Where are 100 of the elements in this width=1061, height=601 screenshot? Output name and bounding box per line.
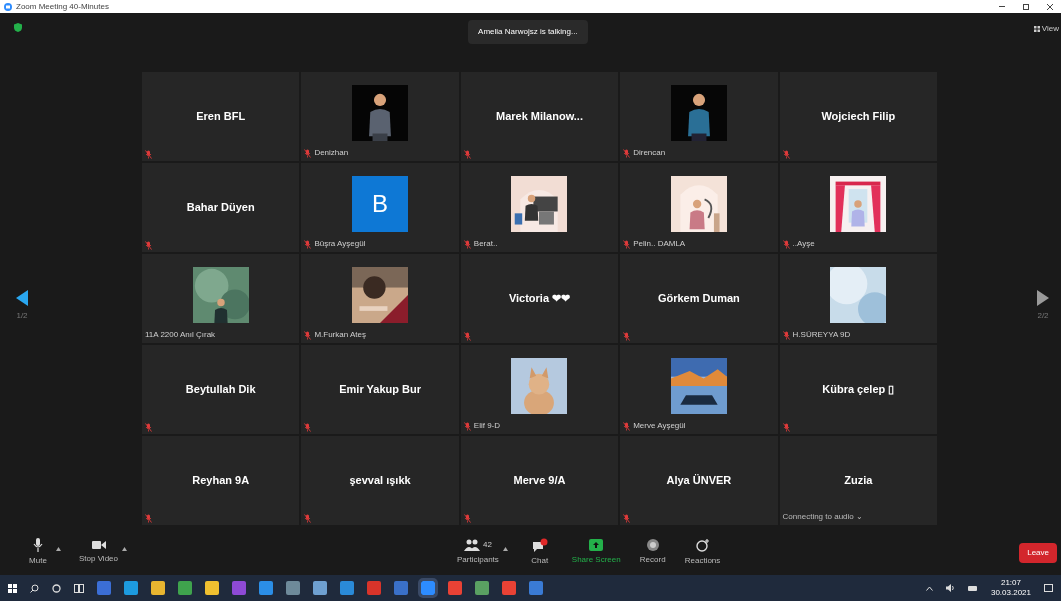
participant-label: ..Ayşe	[792, 238, 815, 250]
muted-mic-icon	[304, 239, 312, 249]
toolbar-button[interactable]: Mute	[24, 538, 52, 567]
participant-name: Görkem Duman	[657, 291, 740, 307]
participant-label: Direncan	[633, 147, 666, 159]
muted-mic-icon	[463, 332, 471, 341]
participant-name: Kübra çelep ▯	[822, 382, 895, 398]
app-icon[interactable]	[313, 581, 327, 595]
muted-mic-icon	[145, 423, 152, 432]
toolbar-button[interactable]: Chat	[525, 538, 554, 567]
left-triangle-icon	[16, 290, 28, 306]
muted-mic-icon	[782, 330, 790, 340]
participant-name: şevval ışıkk	[349, 473, 411, 489]
participant-label: Elif 9-D	[473, 420, 501, 432]
notification-icon[interactable]	[1044, 583, 1053, 593]
avatar-letter: B	[352, 175, 409, 232]
participant-name: Victoria ❤❤	[508, 291, 571, 307]
view-button[interactable]: View	[1033, 23, 1059, 35]
people-icon	[463, 539, 480, 551]
muted-mic-icon	[145, 514, 152, 523]
app-icon[interactable]	[421, 581, 435, 595]
search-icon[interactable]	[30, 583, 39, 593]
grid-icon	[1033, 26, 1040, 32]
participant-name: Emir Yakup Bur	[339, 382, 421, 398]
muted-mic-icon	[623, 148, 631, 158]
battery-icon[interactable]	[967, 585, 978, 591]
app-icon[interactable]	[124, 581, 138, 595]
toolbar-button[interactable]: Stop Video	[79, 540, 118, 565]
app-icon[interactable]	[232, 581, 246, 595]
next-page-button[interactable]: 2/2	[1037, 290, 1049, 322]
participant-name: Zuzia	[844, 473, 873, 489]
app-icon[interactable]	[205, 581, 219, 595]
participant-name: Merve 9/A	[513, 473, 566, 489]
app-icon[interactable]	[340, 581, 354, 595]
muted-mic-icon	[782, 150, 790, 159]
video-camera-icon	[91, 540, 106, 550]
muted-mic-icon	[145, 241, 152, 250]
leave-button[interactable]: Leave	[1019, 542, 1057, 563]
app-icon[interactable]	[151, 581, 165, 595]
app-icon[interactable]	[475, 581, 489, 595]
muted-mic-icon	[463, 421, 471, 431]
muted-mic-icon	[623, 332, 631, 341]
participant-label: Merve Ayşegül	[633, 420, 686, 432]
chat-icon	[531, 538, 548, 552]
app-icon[interactable]	[259, 581, 273, 595]
windows-start-icon[interactable]	[8, 583, 17, 593]
muted-mic-icon	[782, 239, 790, 249]
close-icon[interactable]	[1047, 3, 1053, 10]
app-icon[interactable]	[286, 581, 300, 595]
app-icon[interactable]	[97, 581, 111, 595]
caret-icon[interactable]	[502, 546, 508, 551]
previous-page-button[interactable]: 1/2	[16, 290, 28, 322]
restore-icon[interactable]	[1023, 3, 1029, 10]
muted-mic-icon	[623, 239, 631, 249]
share-screen-icon	[589, 539, 604, 551]
speaker-indicator: Amelia Narwojsz is talking...	[468, 20, 588, 44]
record-icon	[646, 539, 659, 551]
audio-status: Connecting to audio ⌄	[782, 511, 863, 523]
app-icon[interactable]	[394, 581, 408, 595]
microphone-icon	[33, 538, 43, 552]
caret-icon[interactable]	[56, 546, 61, 551]
muted-mic-icon	[145, 150, 152, 159]
participant-name: Eren BFL	[196, 109, 246, 125]
participant-name: Wojciech Filip	[821, 109, 896, 125]
chevron-up-icon[interactable]	[925, 585, 933, 591]
participant-name: Bahar Düyen	[186, 200, 255, 216]
participant-count: 42	[482, 539, 492, 551]
toolbar-button[interactable]: 42 Participants	[457, 539, 499, 566]
task-view-icon[interactable]	[74, 583, 84, 593]
participant-label: 11A 2200 Anıl Çırak	[145, 329, 216, 341]
muted-mic-icon	[623, 514, 631, 523]
muted-mic-icon	[304, 514, 312, 523]
toolbar-button[interactable]: Reactions	[684, 538, 721, 567]
caret-icon[interactable]	[122, 546, 127, 551]
right-triangle-icon	[1037, 290, 1049, 306]
muted-mic-icon	[463, 150, 471, 159]
participant-label: M.Furkan Ateş	[314, 329, 366, 341]
app-icon[interactable]	[178, 581, 192, 595]
participant-label: Pelin.. DAMLA	[633, 238, 686, 250]
toolbar-button[interactable]: Record	[638, 539, 667, 566]
toolbar-button[interactable]: Share Screen	[571, 539, 621, 566]
minimize-icon[interactable]	[999, 6, 1005, 7]
muted-mic-icon	[304, 330, 312, 340]
circle-icon[interactable]	[52, 583, 61, 593]
participant-label: Berat..	[473, 238, 498, 250]
participant-name: Beytullah Dik	[185, 382, 256, 398]
muted-mic-icon	[623, 421, 631, 431]
app-icon[interactable]	[502, 581, 516, 595]
participant-label: Büşra Ayşegül	[314, 238, 366, 250]
app-icon[interactable]	[529, 581, 543, 595]
window-title: Zoom Meeting 40-Minutes	[16, 1, 110, 12]
muted-mic-icon	[782, 423, 790, 432]
clock[interactable]: 21:07 30.03.2021	[990, 578, 1031, 598]
shield-icon	[14, 23, 22, 32]
muted-mic-icon	[304, 148, 312, 158]
app-icon[interactable]	[448, 581, 462, 595]
muted-mic-icon	[463, 239, 471, 249]
participant-name: Reyhan 9A	[192, 473, 250, 489]
speaker-icon[interactable]	[945, 584, 955, 592]
app-icon[interactable]	[367, 581, 381, 595]
